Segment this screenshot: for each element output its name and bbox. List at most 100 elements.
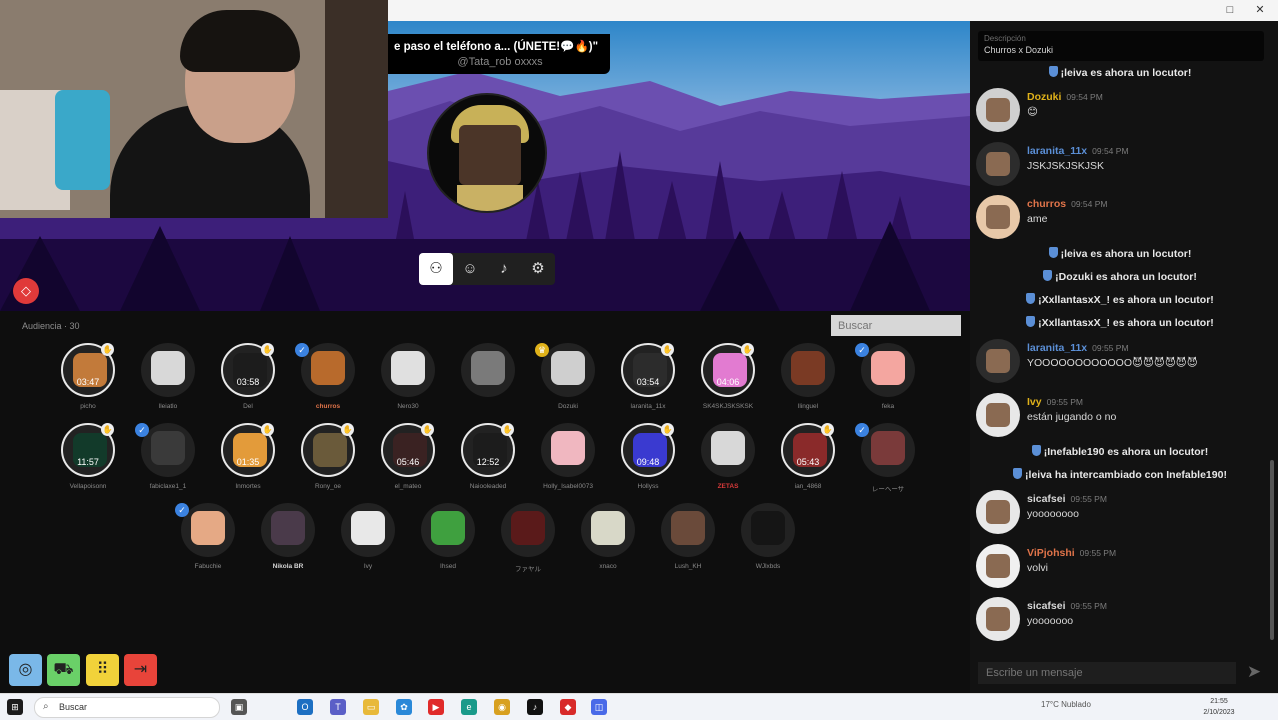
audience-member[interactable]: Lush_KH bbox=[653, 503, 723, 573]
diamond-icon[interactable]: ◇ bbox=[13, 278, 39, 304]
audience-search-input[interactable] bbox=[831, 315, 961, 336]
audience-member[interactable]: 05:46 ✋ el_mateo bbox=[373, 423, 443, 493]
shield-icon bbox=[1013, 468, 1023, 479]
chat-avatar[interactable] bbox=[976, 195, 1020, 239]
chat-avatar[interactable] bbox=[976, 597, 1020, 641]
member-name: feka bbox=[881, 403, 895, 410]
audience-member[interactable]: Ivy bbox=[333, 503, 403, 573]
folder-icon[interactable]: ▭ bbox=[363, 699, 379, 715]
member-avatar bbox=[861, 423, 915, 477]
outlook-icon[interactable]: O bbox=[297, 699, 313, 715]
chat-message-input[interactable] bbox=[978, 662, 1236, 684]
app-icon[interactable]: ◆ bbox=[560, 699, 576, 715]
emoji-icon[interactable]: ☺ bbox=[453, 253, 487, 285]
photos-icon[interactable]: ✿ bbox=[396, 699, 412, 715]
exit-icon[interactable]: ⇥ bbox=[124, 654, 157, 686]
chat-avatar[interactable] bbox=[976, 490, 1020, 534]
audience-member[interactable]: ✓ feka bbox=[853, 343, 923, 413]
audience-member[interactable] bbox=[453, 343, 523, 413]
audience-member[interactable]: lleiatlo bbox=[133, 343, 203, 413]
member-timer: 03:54 bbox=[636, 377, 660, 387]
system-message: ¡Dozuki es ahora un locutor! bbox=[970, 270, 1270, 283]
audience-member[interactable]: ZETAS bbox=[693, 423, 763, 493]
audience-member[interactable]: 03:54 ✋ laranita_11x bbox=[613, 343, 683, 413]
verified-icon: ✓ bbox=[175, 503, 189, 517]
windows-icon[interactable]: ⊞ bbox=[7, 699, 23, 715]
audience-member[interactable]: 09:48 ✋ Hollyss bbox=[613, 423, 683, 493]
host-handle: @Tata_rob oxxxs bbox=[457, 56, 543, 68]
member-avatar bbox=[661, 503, 715, 557]
chat-avatar[interactable] bbox=[976, 142, 1020, 186]
audience-member[interactable]: 03:58 ✋ Del bbox=[213, 343, 283, 413]
globe-icon[interactable]: ◎ bbox=[9, 654, 42, 686]
audience-member[interactable]: ✓ fabiclaxe1_1 bbox=[133, 423, 203, 493]
audience-member[interactable]: 04:06 ✋ SK4SKJSKSKSK bbox=[693, 343, 763, 413]
chat-scrollbar[interactable] bbox=[1270, 460, 1274, 640]
chat-avatar[interactable] bbox=[976, 544, 1020, 588]
host-avatar[interactable] bbox=[427, 93, 547, 213]
audience-member[interactable]: 12:52 ✋ Naiooleaded bbox=[453, 423, 523, 493]
clock-time: 21:55 bbox=[1210, 698, 1228, 705]
chat-avatar[interactable] bbox=[976, 88, 1020, 132]
chat-message: Dozuki 09:54 PM 😊 bbox=[976, 88, 1266, 134]
member-avatar bbox=[541, 423, 595, 477]
chat-avatar[interactable] bbox=[976, 339, 1020, 383]
member-avatar bbox=[421, 503, 475, 557]
send-icon[interactable]: ➤ bbox=[1242, 662, 1266, 684]
chat-username[interactable]: ViPjohshi 09:55 PM bbox=[1027, 547, 1116, 559]
chat-username[interactable]: churros 09:54 PM bbox=[1027, 198, 1107, 210]
task-view-icon[interactable]: ▣ bbox=[231, 699, 247, 715]
edge-icon[interactable]: e bbox=[461, 699, 477, 715]
audience-member[interactable]: Holly_Isabel0073 bbox=[533, 423, 603, 493]
audience-member[interactable]: ♛ Dozuki bbox=[533, 343, 603, 413]
chat-username[interactable]: sicafsei 09:55 PM bbox=[1027, 600, 1107, 612]
chat-username-text: ViPjohshi bbox=[1027, 547, 1075, 559]
grid-icon[interactable]: ⠿ bbox=[86, 654, 119, 686]
audience-member[interactable]: ファヤル bbox=[493, 503, 563, 573]
music-icon[interactable]: ♪ bbox=[487, 253, 521, 285]
close-icon[interactable]: ✕ bbox=[1252, 2, 1268, 18]
chat-username[interactable]: laranita_11x 09:55 PM bbox=[1027, 342, 1129, 354]
audience-member[interactable]: ✓ Fabuchie bbox=[173, 503, 243, 573]
audience-member[interactable]: Nero30 bbox=[373, 343, 443, 413]
maximize-icon[interactable]: □ bbox=[1222, 2, 1238, 18]
member-name: Nero30 bbox=[397, 403, 419, 410]
member-avatar bbox=[261, 503, 315, 557]
audience-member[interactable]: ✓ churros bbox=[293, 343, 363, 413]
shield-icon bbox=[1048, 66, 1058, 77]
chat-username[interactable]: Ivy 09:55 PM bbox=[1027, 396, 1083, 408]
member-name: Vellapoisonn bbox=[69, 483, 107, 490]
member-avatar bbox=[861, 343, 915, 397]
audience-member[interactable]: 01:35 ✋ Inmortes bbox=[213, 423, 283, 493]
chat-avatar[interactable] bbox=[976, 393, 1020, 437]
audience-member[interactable]: Ihsed bbox=[413, 503, 483, 573]
shield-icon bbox=[1026, 293, 1036, 304]
chat-username[interactable]: sicafsei 09:55 PM bbox=[1027, 493, 1107, 505]
app2-icon[interactable]: ◫ bbox=[591, 699, 607, 715]
tiktok-icon[interactable]: ♪ bbox=[527, 699, 543, 715]
member-name: laranita_11x bbox=[630, 403, 666, 410]
audience-member[interactable]: Nikola BR bbox=[253, 503, 323, 573]
audience-member[interactable]: llinguel bbox=[773, 343, 843, 413]
chat-username[interactable]: Dozuki 09:54 PM bbox=[1027, 91, 1103, 103]
system-message-text: ¡XxllantasxX_! es ahora un locutor! bbox=[1038, 317, 1214, 329]
audience-member[interactable]: xnaco bbox=[573, 503, 643, 573]
chat-message-text: yoooooooo bbox=[1027, 508, 1079, 520]
audience-member[interactable]: WJlxbds bbox=[733, 503, 803, 573]
teams-icon[interactable]: T bbox=[330, 699, 346, 715]
user-settings-icon[interactable]: ⚙ bbox=[521, 253, 555, 285]
clock[interactable]: 21:55 2/10/2023 bbox=[1198, 696, 1240, 718]
member-name: Holly_Isabel0073 bbox=[543, 483, 593, 490]
taskbar-search[interactable]: ⌕ Buscar bbox=[34, 697, 220, 718]
audience-member[interactable]: ✓ レーヘーサ bbox=[853, 423, 923, 493]
people-icon[interactable]: ⚇ bbox=[419, 253, 453, 285]
cart-icon[interactable]: ⛟ bbox=[47, 654, 80, 686]
audience-member[interactable]: 03:47 ✋ picho bbox=[53, 343, 123, 413]
chrome-icon[interactable]: ◉ bbox=[494, 699, 510, 715]
youtube-icon[interactable]: ▶ bbox=[428, 699, 444, 715]
audience-member[interactable]: 05:43 ✋ ian_4868 bbox=[773, 423, 843, 493]
audience-member[interactable]: ✋ Rony_oe bbox=[293, 423, 363, 493]
chat-username[interactable]: laranita_11x 09:54 PM bbox=[1027, 145, 1129, 157]
audience-member[interactable]: 11:57 ✋ Vellapoisonn bbox=[53, 423, 123, 493]
member-name: Ivy bbox=[363, 563, 373, 570]
